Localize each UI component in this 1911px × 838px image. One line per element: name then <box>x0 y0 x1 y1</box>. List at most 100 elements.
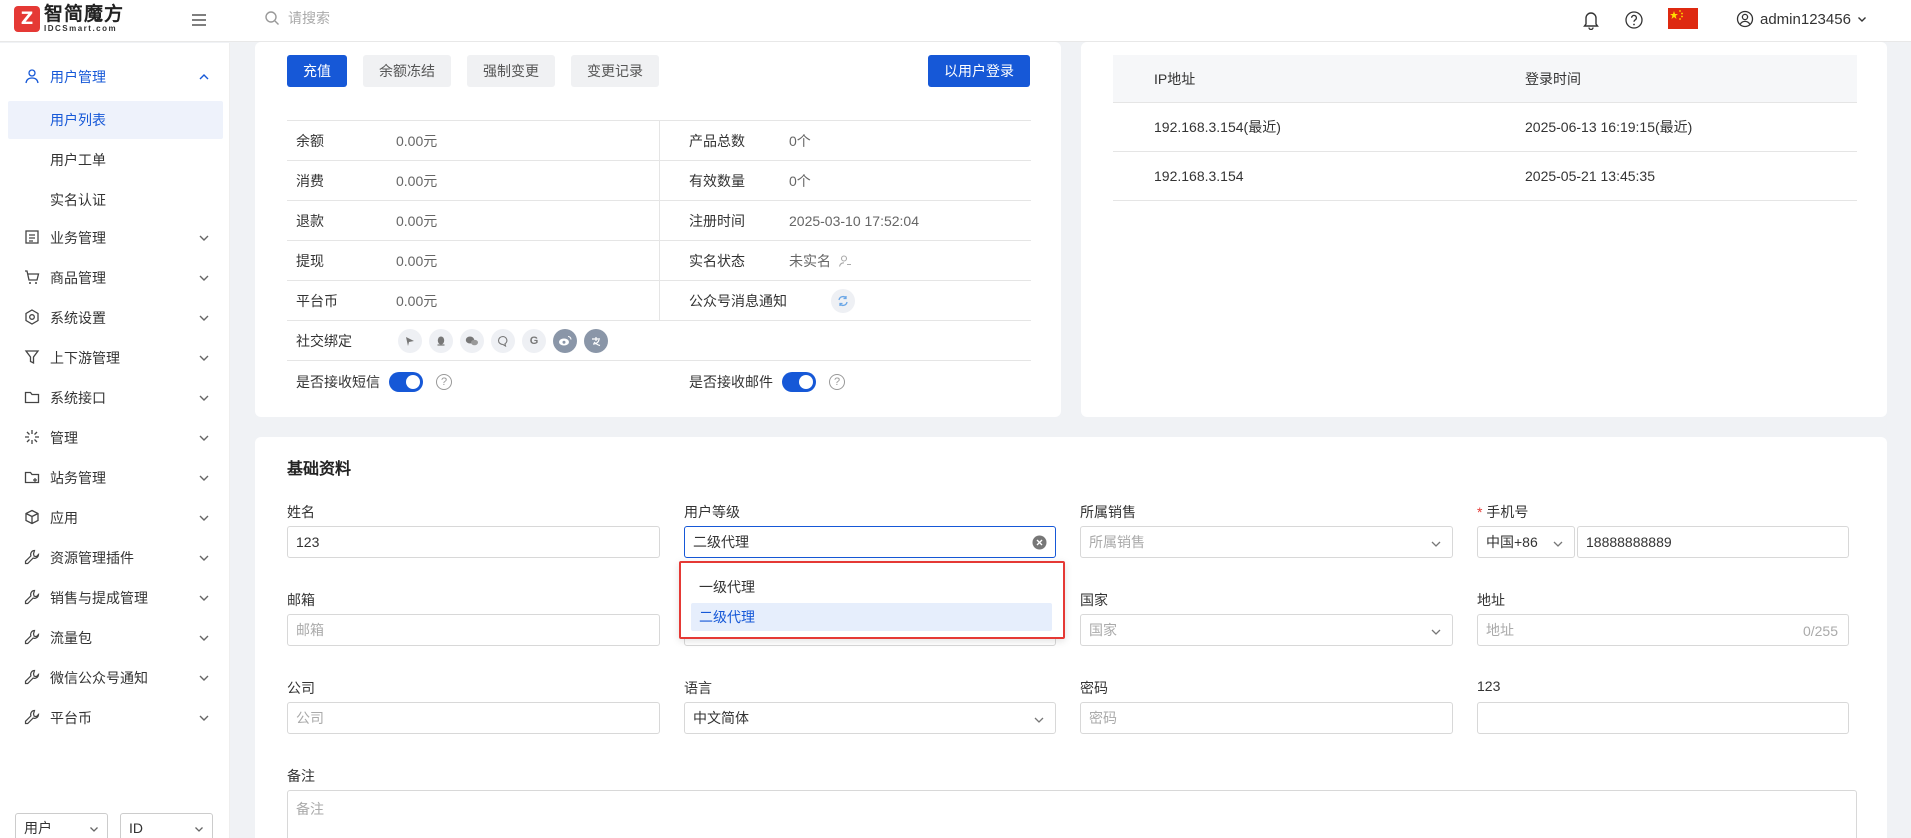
logo-subtitle: IDCSmart.com <box>44 24 118 33</box>
password-label: 密码 <box>1080 680 1108 696</box>
chat-icon[interactable] <box>491 329 515 353</box>
sidebar-item-label: 用户管理 <box>50 69 106 85</box>
email-toggle[interactable] <box>782 372 816 392</box>
sales-select[interactable]: 所属销售 <box>1080 526 1453 558</box>
sidebar-item-system-settings[interactable]: 系统设置 <box>0 298 230 338</box>
search-input[interactable] <box>288 10 488 26</box>
country-label: 国家 <box>1080 592 1108 608</box>
select-value: 二级代理 <box>693 534 749 550</box>
qq-icon[interactable] <box>429 329 453 353</box>
email-field[interactable] <box>287 614 660 646</box>
sidebar-item-apps[interactable]: 应用 <box>0 498 230 538</box>
question-icon[interactable]: ? <box>436 374 452 390</box>
company-input[interactable] <box>287 702 660 734</box>
sidebar-item-label: 业务管理 <box>50 230 106 246</box>
sidebar-item-sales-commission[interactable]: 销售与提成管理 <box>0 578 230 618</box>
sidebar-subitem-real-name[interactable]: 实名认证 <box>8 181 223 219</box>
sidebar-item-label: 站务管理 <box>50 470 106 486</box>
chevron-down-icon <box>198 512 210 524</box>
dropdown-option[interactable]: 一级代理 <box>691 573 1052 601</box>
chevron-down-icon <box>1431 541 1441 547</box>
sidebar-item-label: 销售与提成管理 <box>50 590 148 606</box>
info-key: 注册时间 <box>689 213 745 229</box>
time-cell: 2025-05-21 13:45:35 <box>1525 168 1655 184</box>
change-log-button[interactable]: 变更记录 <box>571 55 659 87</box>
wrench-icon <box>24 589 40 605</box>
top-bar: Z 智简魔方 IDCSmart.com admin123456 <box>0 0 1911 42</box>
login-as-user-button[interactable]: 以用户登录 <box>928 55 1030 87</box>
dropdown-option-selected[interactable]: 二级代理 <box>691 603 1052 631</box>
custom-field-input[interactable] <box>1477 702 1849 734</box>
chevron-down-icon <box>198 552 210 564</box>
folder-plus-icon <box>24 469 40 485</box>
logo[interactable]: Z 智简魔方 IDCSmart.com <box>14 5 124 33</box>
sms-toggle[interactable] <box>389 372 423 392</box>
chevron-down-icon <box>198 592 210 604</box>
sidebar-item-upstream[interactable]: 上下游管理 <box>0 338 230 378</box>
search-icon <box>264 10 280 26</box>
sidebar-item-business[interactable]: 业务管理 <box>0 218 230 258</box>
menu-toggle-icon[interactable] <box>190 11 208 29</box>
sidebar-item-site-management[interactable]: 站务管理 <box>0 458 230 498</box>
info-row: 社交绑定 G <box>287 320 1031 360</box>
chevron-down-icon <box>198 312 210 324</box>
sidebar-item-manage[interactable]: 管理 <box>0 418 230 458</box>
sidebar-item-products[interactable]: 商品管理 <box>0 258 230 298</box>
level-label: 用户等级 <box>684 504 740 520</box>
sidebar-item-label: 资源管理插件 <box>50 550 134 566</box>
country-code-select[interactable]: 中国+86 <box>1477 526 1575 558</box>
help-circle-icon[interactable] <box>1624 10 1644 30</box>
info-key: 余额 <box>296 133 324 149</box>
force-change-button[interactable]: 强制变更 <box>467 55 555 87</box>
wechat-notify-icon[interactable] <box>831 289 855 313</box>
feishu-icon[interactable] <box>398 329 422 353</box>
wrench-icon <box>24 629 40 645</box>
phone-input[interactable] <box>1577 526 1849 558</box>
weibo-icon[interactable] <box>553 329 577 353</box>
global-search[interactable] <box>264 10 488 26</box>
document-icon <box>24 229 40 245</box>
address-input[interactable]: 地址 0/255 <box>1477 614 1849 646</box>
sidebar-item-traffic-package[interactable]: 流量包 <box>0 618 230 658</box>
table-row: 192.168.3.154(最近) 2025-06-13 16:19:15(最近… <box>1113 103 1857 152</box>
sidebar-item-user-management[interactable]: 用户管理 <box>0 57 230 97</box>
chevron-down-icon <box>198 392 210 404</box>
chevron-down-icon <box>1857 17 1866 22</box>
clear-icon[interactable] <box>1032 535 1047 550</box>
language-select[interactable]: 中文简体 <box>684 702 1056 734</box>
info-key: 退款 <box>296 213 324 229</box>
select-value: ID <box>129 820 143 836</box>
google-icon[interactable]: G <box>522 329 546 353</box>
bell-icon[interactable] <box>1582 10 1600 30</box>
level-select[interactable]: 二级代理 <box>684 526 1056 558</box>
name-label: 姓名 <box>287 504 315 520</box>
email-label: 邮箱 <box>287 592 315 608</box>
freeze-balance-button[interactable]: 余额冻结 <box>363 55 451 87</box>
name-input[interactable] <box>287 526 660 558</box>
sidebar-item-system-interface[interactable]: 系统接口 <box>0 378 230 418</box>
country-select[interactable]: 国家 <box>1080 614 1453 646</box>
recharge-button[interactable]: 充值 <box>287 55 347 87</box>
sidebar-subitem-user-list[interactable]: 用户列表 <box>8 101 223 139</box>
question-icon[interactable]: ? <box>829 374 845 390</box>
column-header-ip: IP地址 <box>1154 71 1196 87</box>
info-key: 有效数量 <box>689 173 745 189</box>
sidebar-subitem-user-tickets[interactable]: 用户工单 <box>8 141 223 179</box>
input-placeholder: 地址 <box>1486 622 1514 638</box>
remark-textarea[interactable] <box>287 790 1857 838</box>
language-flag-icon[interactable] <box>1668 8 1698 29</box>
info-value: 0.00元 <box>396 213 438 229</box>
sidebar-item-wechat-notify[interactable]: 微信公众号通知 <box>0 658 230 698</box>
level-dropdown: 一级代理 二级代理 <box>679 561 1065 639</box>
wechat-icon[interactable] <box>460 329 484 353</box>
sidebar-item-resource-plugins[interactable]: 资源管理插件 <box>0 538 230 578</box>
search-field-select[interactable]: ID <box>120 813 213 838</box>
info-value: 2025-03-10 17:52:04 <box>789 213 919 229</box>
alipay-icon[interactable] <box>584 329 608 353</box>
select-value: 中文简体 <box>693 710 749 726</box>
password-input[interactable] <box>1080 702 1453 734</box>
sidebar-item-platform-coin[interactable]: 平台币 <box>0 698 230 738</box>
info-value: 0.00元 <box>396 133 438 149</box>
search-type-select[interactable]: 用户 <box>15 813 108 838</box>
user-menu[interactable]: admin123456 <box>1736 10 1867 28</box>
